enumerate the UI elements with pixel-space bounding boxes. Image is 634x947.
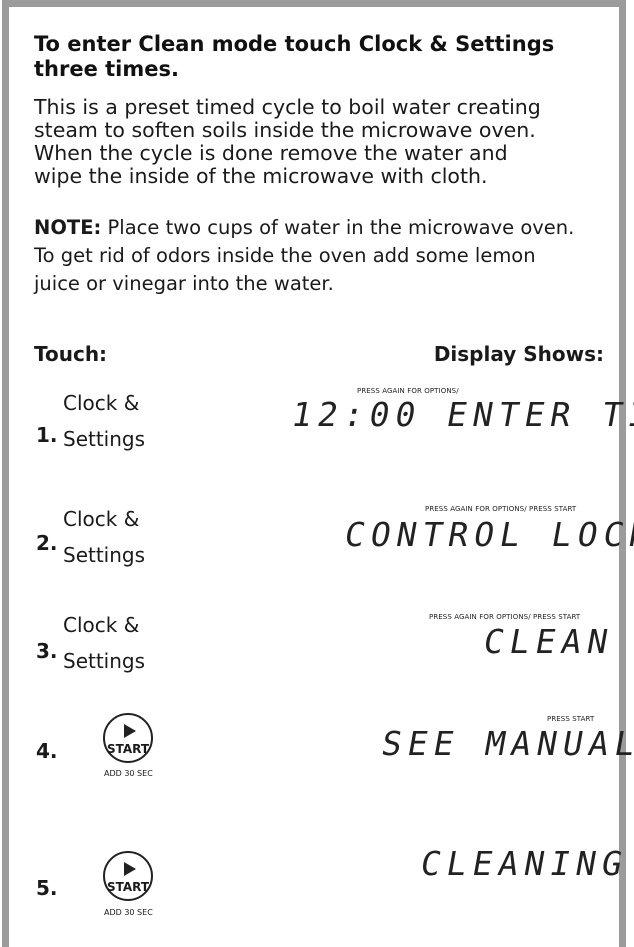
step-4-display-caption: PRESS START	[547, 715, 595, 723]
step-5-display-text: CLEANING	[417, 844, 632, 883]
intro-line: This is a preset timed cycle to boil wat…	[34, 95, 541, 119]
section-heading: To enter Clean mode touch Clock & Settin…	[34, 32, 594, 82]
clock-settings-label: Clock &	[63, 613, 140, 637]
add-30-sec-label: ADD 30 SEC	[104, 908, 153, 917]
clock-settings-label: Clock &	[63, 507, 140, 531]
step-1-display-text: 12:00 ENTER TIME	[288, 395, 634, 434]
clock-settings-label: Settings	[63, 427, 146, 451]
clock-settings-label: Clock &	[63, 391, 140, 415]
start-button-label: START	[106, 742, 150, 756]
heading-line-2: three times.	[34, 57, 179, 81]
note-label: NOTE:	[34, 216, 102, 239]
step-4-display-text: SEE MANUAL	[378, 724, 634, 763]
start-button[interactable]: START	[103, 713, 153, 763]
intro-line: wipe the inside of the microwave with cl…	[34, 164, 488, 188]
display-column-header: Display Shows:	[433, 342, 604, 366]
note-paragraph: NOTE: Place two cups of water in the mic…	[34, 214, 624, 298]
step-1-display-caption: PRESS AGAIN FOR OPTIONS/	[357, 387, 459, 395]
clock-settings-label: Settings	[63, 649, 146, 673]
step-2-display-caption: PRESS AGAIN FOR OPTIONS/ PRESS START	[425, 505, 577, 513]
add-30-sec-label: ADD 30 SEC	[104, 769, 153, 778]
step-1-number: 1.	[36, 423, 58, 447]
touch-column-header: Touch:	[34, 342, 108, 366]
heading-line-1: To enter Clean mode touch Clock & Settin…	[34, 32, 555, 56]
step-2-touch: Clock & Settings	[63, 501, 145, 573]
note-line-3: juice or vinegar into the water.	[34, 272, 334, 295]
clock-settings-label: Settings	[63, 543, 146, 567]
step-2-number: 2.	[36, 531, 58, 555]
step-3-display-caption: PRESS AGAIN FOR OPTIONS/ PRESS START	[429, 613, 581, 621]
intro-line: steam to soften soils inside the microwa…	[34, 118, 536, 142]
step-1-touch: Clock & Settings	[63, 385, 145, 457]
intro-paragraph: This is a preset timed cycle to boil wat…	[34, 96, 614, 188]
intro-line: When the cycle is done remove the water …	[34, 141, 508, 165]
note-text: Place two cups of water in the microwave…	[101, 216, 575, 239]
clean-mode-instructions: To enter Clean mode touch Clock & Settin…	[0, 0, 634, 947]
play-triangle-icon	[124, 724, 136, 738]
step-2-display-text: CONTROL LOCK	[341, 515, 634, 554]
step-5-number: 5.	[36, 876, 58, 900]
start-button-label: START	[106, 880, 150, 894]
note-line-1: NOTE: Place two cups of water in the mic…	[34, 214, 624, 242]
step-3-number: 3.	[36, 639, 58, 663]
step-3-display-text: CLEAN	[480, 622, 617, 661]
step-4-number: 4.	[36, 739, 58, 763]
note-line-2: To get rid of odors inside the oven add …	[34, 244, 536, 267]
start-button[interactable]: START	[103, 851, 153, 901]
play-triangle-icon	[124, 862, 136, 876]
step-3-touch: Clock & Settings	[63, 607, 145, 679]
